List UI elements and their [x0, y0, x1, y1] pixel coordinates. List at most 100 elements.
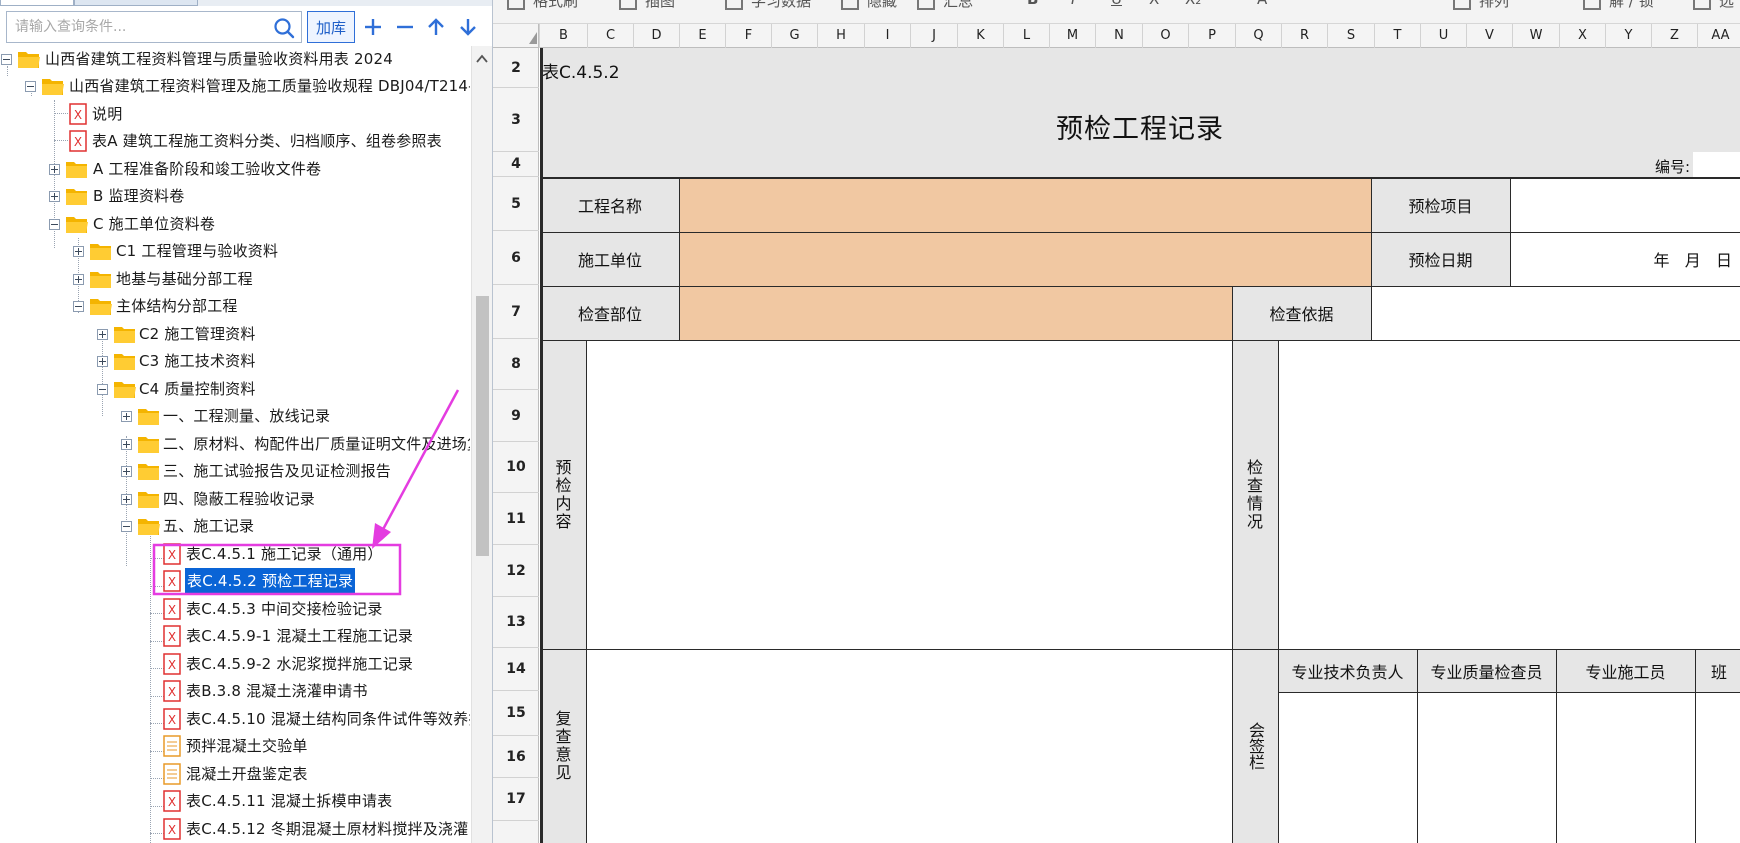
- precheck-item-field[interactable]: [1510, 178, 1740, 232]
- learn-data-button[interactable]: 学习数据: [751, 0, 811, 11]
- font-color-button[interactable]: A: [1257, 0, 1267, 8]
- quality-inspector-sign-field[interactable]: [1417, 692, 1556, 843]
- form-title[interactable]: 预检工程记录: [540, 100, 1740, 152]
- expand-toggle[interactable]: [73, 246, 84, 257]
- column-header[interactable]: L: [1003, 24, 1049, 48]
- expand-toggle[interactable]: [121, 466, 132, 477]
- arrange-button[interactable]: 排列: [1479, 0, 1509, 11]
- summary-button[interactable]: 汇总: [943, 0, 973, 11]
- column-header[interactable]: S: [1327, 24, 1374, 48]
- hide-button[interactable]: 隐藏: [867, 0, 897, 11]
- expand-toggle[interactable]: [121, 439, 132, 450]
- tree-item-section-2[interactable]: 二、原材料、构配件出厂质量证明文件及进场复: [0, 431, 470, 458]
- row-header[interactable]: 8: [493, 339, 539, 390]
- tree-item-standard[interactable]: 山西省建筑工程资料管理及施工质量验收规程 DBJ04/T214-20: [0, 73, 470, 100]
- expand-toggle[interactable]: [49, 191, 60, 202]
- tree-item-form-c4510[interactable]: X 表C.4.5.10 混凝土结构同条件试件等效养护: [0, 706, 470, 733]
- format-painter-button[interactable]: 格式刷: [533, 0, 578, 11]
- collapse-toggle[interactable]: [1, 54, 12, 65]
- collapse-toggle[interactable]: [49, 219, 60, 230]
- hide-icon[interactable]: [841, 0, 859, 10]
- select-all-corner[interactable]: [493, 24, 539, 48]
- column-header[interactable]: Y: [1605, 24, 1651, 48]
- tree-item-form-c452[interactable]: X 表C.4.5.2 预检工程记录: [0, 568, 470, 595]
- tree-item-vol-a[interactable]: A 工程准备阶段和竣工验收文件卷: [0, 156, 470, 183]
- bold-button[interactable]: B: [1027, 0, 1038, 8]
- row-header[interactable]: 3: [493, 88, 539, 152]
- italic-button[interactable]: I: [1071, 0, 1075, 8]
- column-header[interactable]: G: [771, 24, 817, 48]
- tree-item-form-c451[interactable]: X 表C.4.5.1 施工记录（通用）: [0, 541, 470, 568]
- tree-item-vol-b[interactable]: B 监理资料卷: [0, 183, 470, 210]
- tree-scrollbar[interactable]: [471, 46, 492, 843]
- select-icon[interactable]: [1693, 0, 1711, 10]
- column-header[interactable]: O: [1142, 24, 1188, 48]
- tree-item-form-c4592[interactable]: X 表C.4.5.9-2 水泥浆搅拌施工记录: [0, 651, 470, 678]
- minus-icon[interactable]: [389, 11, 421, 43]
- row-header[interactable]: 17: [493, 778, 539, 821]
- row-header[interactable]: 7: [493, 285, 539, 339]
- row-header[interactable]: 9: [493, 390, 539, 442]
- row-header[interactable]: 5: [493, 177, 539, 231]
- column-header[interactable]: J: [910, 24, 957, 48]
- expand-toggle[interactable]: [121, 494, 132, 505]
- tree-item-main-structure[interactable]: 主体结构分部工程: [0, 293, 470, 320]
- column-header[interactable]: W: [1512, 24, 1559, 48]
- tree-item-table-a[interactable]: X 表A 建筑工程施工资料分类、归档顺序、组卷参照表: [0, 128, 470, 155]
- column-header[interactable]: V: [1466, 24, 1512, 48]
- expand-toggle[interactable]: [97, 356, 108, 367]
- learn-data-icon[interactable]: [725, 0, 743, 10]
- format-painter-icon[interactable]: [507, 0, 525, 10]
- arrow-down-icon[interactable]: [452, 11, 484, 43]
- expand-toggle[interactable]: [73, 274, 84, 285]
- column-header[interactable]: X: [1559, 24, 1605, 48]
- tree-item-root[interactable]: 山西省建筑工程资料管理与质量验收资料用表 2024: [0, 46, 470, 73]
- summary-icon[interactable]: [917, 0, 935, 10]
- column-header[interactable]: I: [864, 24, 910, 48]
- column-header[interactable]: F: [725, 24, 771, 48]
- inspect-status-field[interactable]: [1278, 340, 1740, 649]
- row-header[interactable]: 11: [493, 493, 539, 545]
- column-header[interactable]: U: [1420, 24, 1466, 48]
- row-header[interactable]: 14: [493, 648, 539, 691]
- add-library-button[interactable]: 加库: [307, 11, 355, 43]
- collapse-toggle[interactable]: [25, 81, 36, 92]
- column-header[interactable]: Z: [1651, 24, 1697, 48]
- tree-item-form-c453[interactable]: X 表C.4.5.3 中间交接检验记录: [0, 596, 470, 623]
- column-header[interactable]: R: [1281, 24, 1327, 48]
- tree-item-vol-c[interactable]: C 施工单位资料卷: [0, 211, 470, 238]
- number-field[interactable]: [1693, 152, 1740, 177]
- underline-button[interactable]: U: [1111, 0, 1122, 8]
- tree-item-mix-appraisal[interactable]: 混凝土开盘鉴定表: [0, 761, 470, 788]
- column-header[interactable]: C: [587, 24, 633, 48]
- tree-item-form-c4591[interactable]: X 表C.4.5.9-1 混凝土工程施工记录: [0, 623, 470, 650]
- tree-item-foundation[interactable]: 地基与基础分部工程: [0, 266, 470, 293]
- chevron-up-icon[interactable]: [472, 50, 492, 68]
- precheck-content-field[interactable]: [586, 340, 1232, 649]
- tree-item-c2[interactable]: C2 施工管理资料: [0, 321, 470, 348]
- column-header[interactable]: AA: [1697, 24, 1740, 48]
- search-icon[interactable]: [273, 17, 295, 39]
- tree-item-c1[interactable]: C1 工程管理与验收资料: [0, 238, 470, 265]
- constructor-sign-field[interactable]: [1556, 692, 1695, 843]
- row-header[interactable]: 15: [493, 691, 539, 736]
- form-sheet[interactable]: 表C.4.5.2 预检工程记录 编号: 工程名称 预检项目 施工单位 预检日期 …: [540, 48, 1740, 843]
- row-header[interactable]: 6: [493, 231, 539, 285]
- column-header[interactable]: D: [633, 24, 679, 48]
- panel-tab[interactable]: [74, 0, 198, 6]
- tree-item-section-1[interactable]: 一、工程测量、放线记录: [0, 403, 470, 430]
- strikethrough-button[interactable]: X: [1149, 0, 1159, 8]
- scrollbar-thumb[interactable]: [476, 296, 489, 556]
- plus-icon[interactable]: [357, 11, 389, 43]
- column-header[interactable]: Q: [1235, 24, 1281, 48]
- tree-item-form-c4512[interactable]: X 表C.4.5.12 冬期混凝土原材料搅拌及浇灌: [0, 816, 470, 843]
- inspect-location-field[interactable]: [679, 286, 1232, 340]
- insert-image-button[interactable]: 插图: [645, 0, 675, 11]
- column-header[interactable]: T: [1374, 24, 1420, 48]
- tree-item-section-3[interactable]: 三、施工试验报告及见证检测报告: [0, 458, 470, 485]
- subscript-button[interactable]: X₂: [1185, 0, 1201, 8]
- expand-toggle[interactable]: [121, 411, 132, 422]
- column-header[interactable]: K: [957, 24, 1003, 48]
- collapse-toggle[interactable]: [121, 521, 132, 532]
- column-header[interactable]: E: [679, 24, 725, 48]
